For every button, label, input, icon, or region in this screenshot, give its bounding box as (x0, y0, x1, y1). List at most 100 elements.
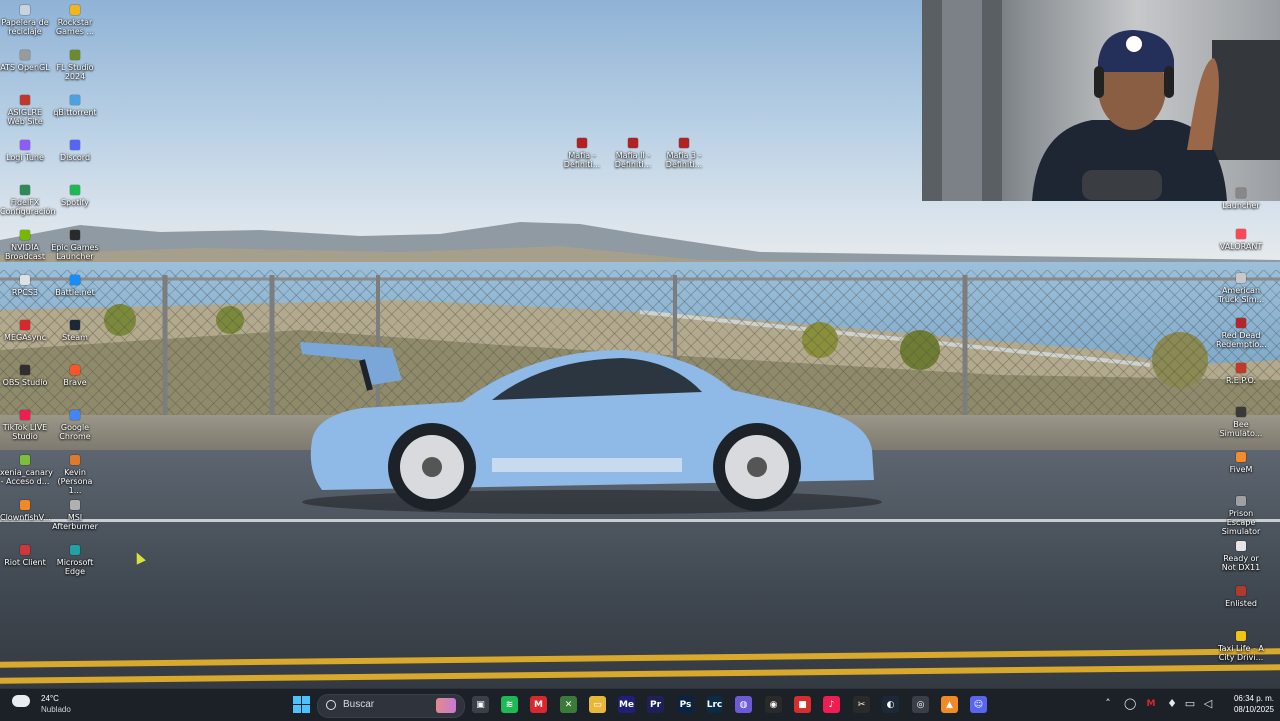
desktop-shortcut-label: FidelFX Configuración (0, 198, 56, 216)
desktop-shortcut[interactable]: ASIGLRE Web Site (0, 92, 50, 126)
volume-icon[interactable]: ◁ (1202, 698, 1214, 710)
desktop-shortcut[interactable]: Discord (50, 137, 100, 162)
desktop-shortcut-label: OBS Studio (2, 378, 48, 387)
desktop-shortcut[interactable]: xenia_canary - Acceso d... (0, 452, 53, 486)
desktop-shortcut[interactable]: American Truck Sim... (1216, 270, 1266, 304)
weather-condition: Nublado (41, 705, 71, 714)
spotify-icon[interactable]: ≋ (501, 696, 518, 713)
desktop-shortcut-label: MEGAsync (4, 333, 46, 342)
desktop-shortcut[interactable]: FidelFX Configuración (0, 182, 56, 216)
desktop-shortcut[interactable]: Taxi Life - A City Drivi... (1216, 628, 1266, 662)
desktop-shortcut[interactable]: Steam (50, 317, 100, 342)
desktop-shortcut[interactable]: NVIDIA Broadcast (0, 227, 50, 261)
desktop-shortcut[interactable]: Mafia II - Definiti... (608, 135, 658, 169)
mafia-icon (577, 138, 587, 148)
desktop-shortcut-label: xenia_canary - Acceso d... (0, 468, 53, 486)
vlc-icon[interactable]: ▲ (941, 696, 958, 713)
xbox-icon[interactable]: ✕ (560, 696, 577, 713)
desktop-shortcut[interactable]: Ready or Not DX11 (1216, 538, 1266, 572)
user-profile-icon (70, 455, 80, 465)
desktop-shortcut[interactable]: Battle.net (50, 272, 100, 297)
desktop-shortcut-label: Battle.net (55, 288, 95, 297)
premiere-icon[interactable]: Pr (647, 696, 664, 713)
clock-time: 06:34 p. m. (1233, 694, 1274, 703)
fivem-icon (1236, 452, 1246, 462)
tiktok-icon (20, 410, 30, 420)
photoshop-icon[interactable]: Ps (677, 696, 694, 713)
lightroom-classic-icon[interactable]: Lrc (706, 696, 723, 713)
ready-or-not-icon (1236, 541, 1246, 551)
desktop-shortcut-label: Launcher (1222, 201, 1260, 210)
steam-icon[interactable]: ◐ (882, 696, 899, 713)
desktop-shortcut[interactable]: Spotify (50, 182, 100, 207)
desktop-shortcut[interactable]: RPCS3 (0, 272, 50, 297)
desktop-shortcut[interactable]: Rockstar Games ... (50, 2, 100, 36)
obs-icon[interactable]: ◉ (765, 696, 782, 713)
discord-icon (70, 140, 80, 150)
desktop-shortcut[interactable]: OBS Studio (0, 362, 50, 387)
desktop-shortcut[interactable]: ClownfishV... (0, 497, 51, 522)
desktop-shortcut[interactable]: qBittorrent (50, 92, 100, 117)
network-icon[interactable]: ▭ (1184, 698, 1196, 710)
desktop-shortcut-label: VALORANT (1219, 242, 1263, 251)
recycle-bin-icon (20, 5, 30, 15)
file-explorer-icon[interactable]: ▭ (589, 696, 606, 713)
tray-mega-icon[interactable]: M (1145, 698, 1157, 710)
tray-overflow-icon[interactable]: ˄ (1102, 698, 1114, 710)
desktop-shortcut[interactable]: Papelera de reciclaje (0, 2, 50, 36)
tiktok-icon[interactable]: ♪ (823, 696, 840, 713)
rpcs3-icon (20, 275, 30, 285)
ats-icon (1236, 273, 1246, 283)
desktop-shortcut[interactable]: Launcher (1216, 185, 1266, 210)
brave-icon (70, 365, 80, 375)
media-encoder-icon[interactable]: Me (618, 696, 635, 713)
desktop-shortcut[interactable]: ATS OpenGL (0, 47, 50, 72)
desktop-shortcut[interactable]: Brave (50, 362, 100, 387)
desktop-shortcut-label: Spotify (61, 198, 89, 207)
fl-studio-icon (70, 50, 80, 60)
desktop-shortcut[interactable]: Bee Simulato... (1216, 404, 1266, 438)
desktop-shortcut[interactable]: Microsoft Edge (50, 542, 100, 576)
taskbar-search-box[interactable]: Buscar (317, 694, 465, 718)
desktop-shortcut[interactable]: TikTok LIVE Studio (0, 407, 50, 441)
valorant-icon (1236, 229, 1246, 239)
tray-app-icon[interactable]: ◯ (1124, 698, 1136, 710)
red-app-icon[interactable]: ■ (794, 696, 811, 713)
microphone-icon[interactable]: ♦ (1166, 698, 1178, 710)
desktop-shortcut[interactable]: Logi Tune (0, 137, 50, 162)
desktop-shortcut-label: ClownfishV... (0, 513, 51, 522)
capcut-icon[interactable]: ✂ (853, 696, 870, 713)
desktop-shortcut-label: NVIDIA Broadcast (4, 243, 46, 261)
desktop-shortcut-label: Logi Tune (6, 153, 44, 162)
desktop-shortcut-label: Discord (59, 153, 91, 162)
discord-icon[interactable]: ☺ (970, 696, 987, 713)
desktop-shortcut-label: qBittorrent (53, 108, 97, 117)
weather-widget[interactable]: 24°C Nublado (8, 689, 78, 721)
desktop-shortcut[interactable]: MSI Afterburner (50, 497, 100, 531)
mega-icon[interactable]: M (530, 696, 547, 713)
desktop-shortcut[interactable]: Red Dead Redemptio... (1216, 315, 1267, 349)
desktop-shortcut[interactable]: FiveM (1216, 449, 1266, 474)
desktop-shortcut[interactable]: Google Chrome (50, 407, 100, 441)
desktop-shortcut[interactable]: Prison Escape Simulator (1216, 493, 1266, 536)
desktop-shortcut[interactable]: VALORANT (1216, 226, 1266, 251)
desktop-shortcut-label: ATS OpenGL (0, 63, 50, 72)
desktop-shortcut[interactable]: Kevin (Persona 1... (50, 452, 100, 495)
mafia-iii-icon (679, 138, 689, 148)
steam-icon (70, 320, 80, 330)
controller-icon[interactable]: ◍ (735, 696, 752, 713)
system-clock[interactable]: 06:34 p. m. 08/10/2025 (1234, 693, 1274, 715)
start-button[interactable] (293, 696, 310, 713)
desktop-shortcut[interactable]: Enlisted (1216, 583, 1266, 608)
desktop-shortcut-label: Papelera de reciclaje (1, 18, 49, 36)
desktop-shortcut[interactable]: Mafia 3 - Definiti... (659, 135, 709, 169)
desktop-shortcut[interactable]: FL Studio 2024 (50, 47, 100, 81)
desktop-shortcut[interactable]: Mafia - Definiti... (557, 135, 607, 169)
battlenet-icon (70, 275, 80, 285)
desktop-shortcut[interactable]: Epic Games Launcher (50, 227, 100, 261)
desktop-shortcut[interactable]: R.E.P.O. (1216, 360, 1266, 385)
task-view-icon[interactable]: ▣ (472, 696, 489, 713)
desktop-shortcut[interactable]: MEGAsync (0, 317, 50, 342)
desktop-shortcut[interactable]: Riot Client (0, 542, 50, 567)
vpn-icon[interactable]: ◎ (912, 696, 929, 713)
